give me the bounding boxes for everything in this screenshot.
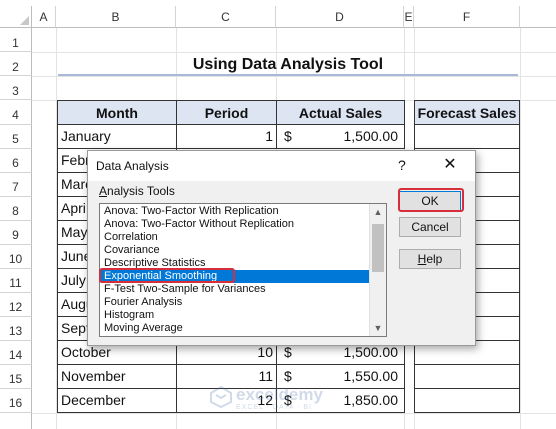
column-header-a[interactable]: A — [32, 6, 56, 28]
analysis-tools-label-rest: nalysis Tools — [107, 184, 175, 198]
watermark-tagline: EXCEL · DATA · BI — [236, 404, 312, 411]
list-item[interactable]: Anova: Two-Factor Without Replication — [101, 218, 369, 231]
scroll-thumb[interactable] — [372, 224, 384, 272]
column-header-c[interactable]: C — [176, 6, 276, 28]
row-header-8[interactable]: 8 — [0, 197, 32, 221]
access-key-letter: A — [99, 184, 108, 198]
row-header-5[interactable]: 5 — [0, 125, 32, 149]
row-header-10[interactable]: 10 — [0, 245, 32, 269]
cell-forecast[interactable] — [414, 389, 520, 413]
row-header-13[interactable]: 13 — [0, 317, 32, 341]
row-header-6[interactable]: 6 — [0, 149, 32, 173]
row-header-3[interactable]: 3 — [0, 76, 32, 100]
row-header-12[interactable]: 12 — [0, 293, 32, 317]
header-period: Period — [176, 100, 277, 125]
row-header-4[interactable]: 4 — [0, 100, 32, 125]
help-icon[interactable]: ? — [398, 157, 406, 173]
watermark: exceldemy EXCEL · DATA · BI — [210, 384, 360, 414]
cell-forecast[interactable] — [414, 125, 520, 149]
row-header-7[interactable]: 7 — [0, 173, 32, 197]
exceldemy-logo-icon — [210, 386, 232, 408]
column-header-d[interactable]: D — [276, 6, 404, 28]
list-item[interactable]: Fourier Analysis — [101, 296, 369, 309]
gridline — [32, 76, 556, 77]
dialog-titlebar[interactable]: Data Analysis ? ✕ — [88, 151, 475, 181]
cell-month[interactable]: December — [57, 389, 177, 413]
highlight-selected-tool — [99, 268, 235, 283]
cell-forecast[interactable] — [414, 365, 520, 389]
row-header-17[interactable] — [0, 413, 32, 429]
header-month: Month — [57, 100, 177, 125]
select-all-corner[interactable] — [0, 6, 32, 28]
data-analysis-dialog: Data Analysis ? ✕ Analysis Tools Anova: … — [87, 150, 476, 346]
list-item[interactable]: F-Test Two-Sample for Variances — [101, 283, 369, 296]
sales-value: 1,500.00 — [343, 128, 399, 144]
column-header-g[interactable] — [520, 6, 556, 28]
cell-period[interactable]: 1 — [176, 125, 277, 149]
cell-month[interactable]: January — [57, 125, 177, 149]
list-item[interactable]: Covariance — [101, 244, 369, 257]
close-icon[interactable]: ✕ — [438, 156, 462, 174]
row-header-16[interactable]: 16 — [0, 389, 32, 413]
column-header-f[interactable]: F — [414, 6, 520, 28]
watermark-name: exceldemy — [236, 385, 323, 404]
sheet-title: Using Data Analysis Tool — [192, 56, 384, 73]
scroll-up-icon[interactable]: ▲ — [370, 204, 386, 220]
row-header-1[interactable]: 1 — [0, 28, 32, 52]
cell-actual-sales[interactable]: $1,500.00 — [276, 125, 405, 149]
row-header-9[interactable]: 9 — [0, 221, 32, 245]
listbox-scrollbar[interactable]: ▲ ▼ — [369, 204, 386, 336]
row-header-2[interactable]: 2 — [0, 52, 32, 76]
column-header-b[interactable]: B — [56, 6, 176, 28]
scroll-down-icon[interactable]: ▼ — [370, 320, 386, 336]
help-button[interactable]: Help — [399, 249, 461, 269]
row-header-15[interactable]: 15 — [0, 365, 32, 389]
dialog-title: Data Analysis — [96, 159, 169, 173]
help-button-rest: elp — [426, 252, 443, 266]
row-header-14[interactable]: 14 — [0, 341, 32, 365]
header-forecast-sales: Forecast Sales — [414, 100, 520, 125]
analysis-tools-label: Analysis Tools — [99, 184, 175, 198]
list-item[interactable]: Correlation — [101, 231, 369, 244]
cancel-button[interactable]: Cancel — [399, 217, 461, 237]
list-item[interactable]: Moving Average — [101, 322, 369, 335]
header-actual-sales: Actual Sales — [276, 100, 405, 125]
currency-symbol: $ — [284, 128, 292, 144]
row-header-11[interactable]: 11 — [0, 269, 32, 293]
cell-month[interactable]: November — [57, 365, 177, 389]
list-item[interactable]: Histogram — [101, 309, 369, 322]
title-underline — [58, 74, 518, 76]
list-item[interactable]: Anova: Two-Factor With Replication — [101, 205, 369, 218]
gridline — [520, 28, 521, 429]
column-header-e[interactable]: E — [404, 6, 414, 28]
highlight-ok-button — [398, 188, 464, 212]
